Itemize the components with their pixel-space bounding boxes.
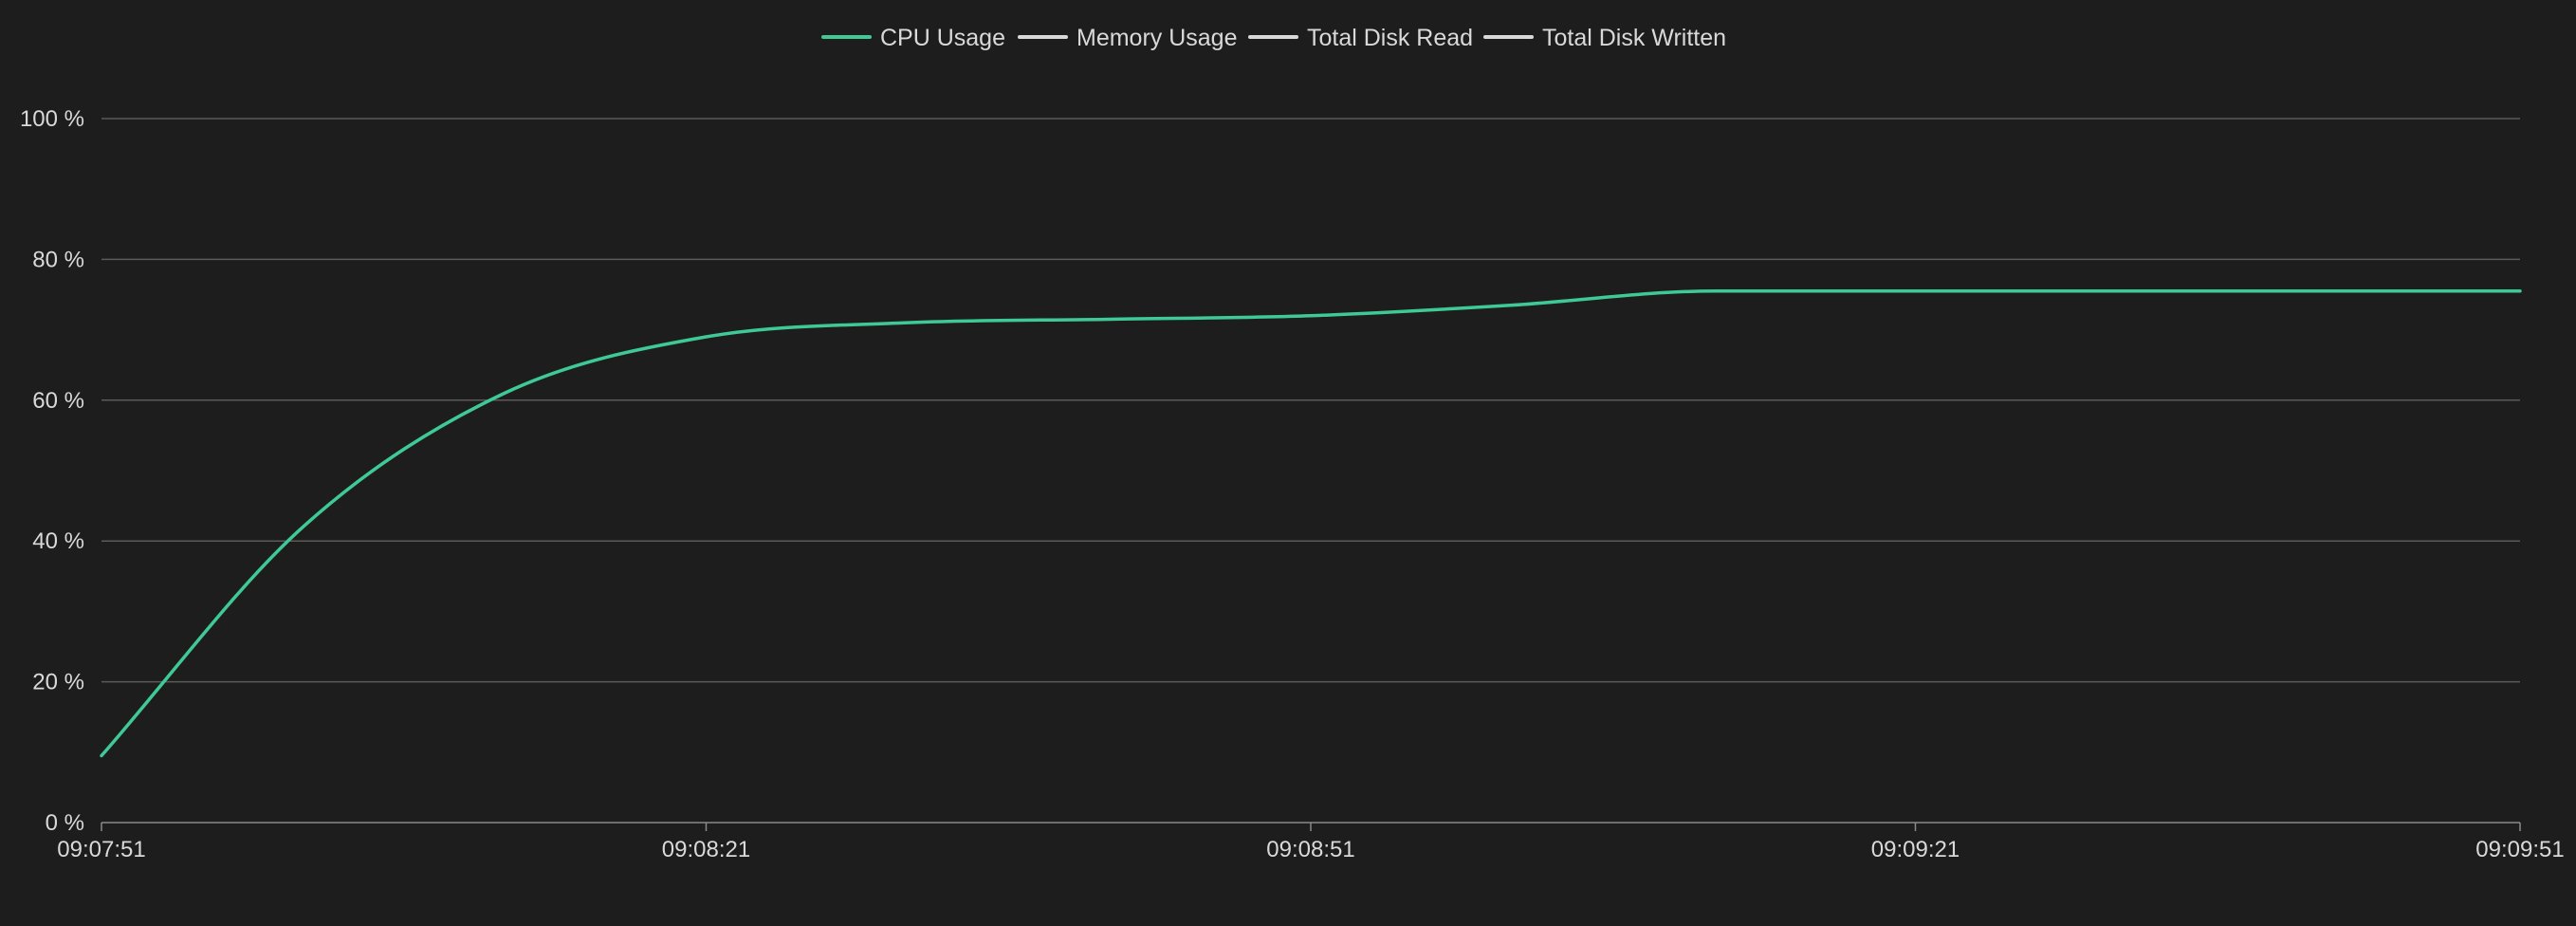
legend-item[interactable]: Total Disk Read (1248, 25, 1473, 51)
legend-label: CPU Usage (880, 25, 1005, 51)
y-axis-labels: 0 % 20 % 40 % 60 % 80 % 100 % (20, 106, 84, 836)
y-tick-label: 100 % (20, 106, 84, 132)
y-tick-label: 20 % (32, 670, 84, 695)
y-tick-label: 60 % (32, 388, 84, 414)
series-line-cpu-usage (100, 289, 2522, 758)
legend-item[interactable]: Total Disk Written (1483, 25, 1726, 51)
x-tick-label: 09:07:51 (57, 837, 145, 862)
grid-lines (101, 118, 2520, 683)
x-tick-label: 09:08:51 (1266, 837, 1354, 862)
x-tick-label: 09:09:51 (2475, 837, 2564, 862)
legend-label: Memory Usage (1076, 25, 1238, 51)
legend-item[interactable]: CPU Usage (821, 25, 1005, 51)
y-tick-label: 80 % (32, 247, 84, 272)
series-lines (100, 289, 2522, 758)
x-axis (101, 822, 2521, 831)
legend-label: Total Disk Read (1307, 25, 1473, 51)
y-tick-label: 0 % (46, 810, 84, 836)
x-tick-label: 09:09:21 (1871, 837, 1960, 862)
x-tick-label: 09:08:21 (662, 837, 750, 862)
chart-container: 0 % 20 % 40 % 60 % 80 % 100 % 09:07:51 09:08:2… (0, 0, 2576, 926)
x-axis-labels: 09:07:51 09:08:21 09:08:51 09:09:21 09:09:51 (57, 837, 2564, 862)
legend[interactable]: CPU Usage Memory Usage Total Disk Read Tota… (821, 25, 1726, 51)
line-chart: 0 % 20 % 40 % 60 % 80 % 100 % 09:07:51 09:08:2… (20, 25, 2565, 862)
legend-label: Total Disk Written (1542, 25, 1726, 51)
y-tick-label: 40 % (32, 528, 84, 554)
legend-item[interactable]: Memory Usage (1018, 25, 1238, 51)
